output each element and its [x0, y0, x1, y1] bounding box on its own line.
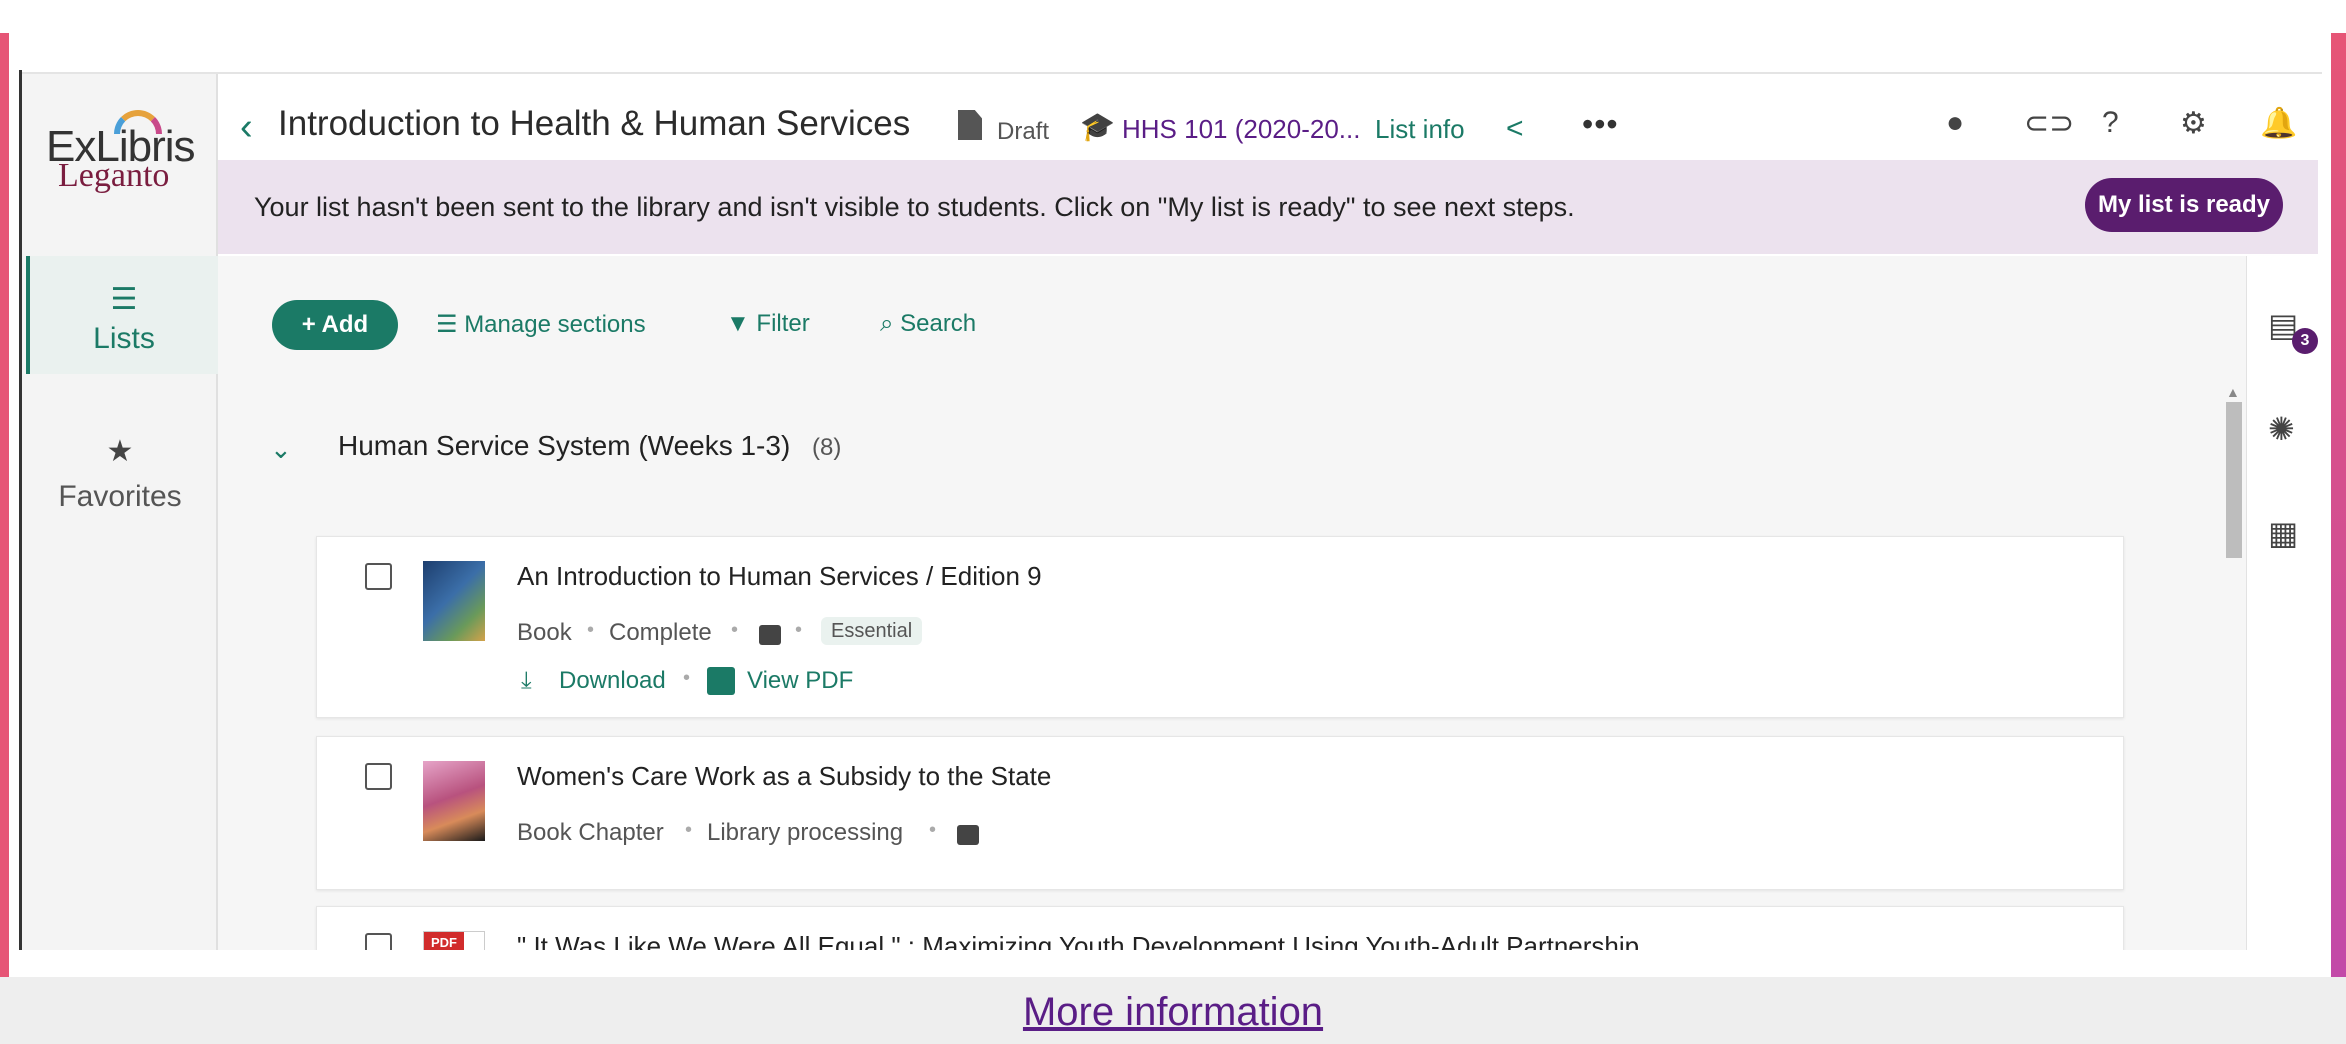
separator-dot: • — [731, 619, 739, 641]
item-status: Library processing — [707, 819, 904, 846]
status-badge: Draft — [997, 118, 1050, 145]
content-bottom-edge — [22, 950, 2322, 977]
frame-left-edge — [0, 33, 9, 977]
sidebar-item-label: Favorites — [58, 480, 182, 513]
item-title[interactable]: Women's Care Work as a Subsidy to the St… — [517, 761, 1051, 792]
list-item[interactable]: Women's Care Work as a Subsidy to the St… — [316, 736, 2124, 890]
book-cover-thumbnail[interactable] — [423, 561, 485, 641]
lightbulb-icon[interactable]: ✺ — [2268, 410, 2295, 448]
gear-icon[interactable]: ⚙ — [2180, 106, 2207, 141]
item-type: Book — [517, 619, 572, 646]
right-rail — [2246, 256, 2318, 950]
sidebar-item-lists[interactable]: ☰ Lists — [26, 256, 218, 374]
view-pdf-link[interactable]: View PDF — [747, 667, 853, 695]
sections-icon: ☰ — [436, 311, 465, 338]
more-options-icon[interactable]: ••• — [1582, 106, 1619, 143]
bell-icon[interactable]: 🔔 — [2260, 106, 2297, 141]
filter-icon: ▼ — [726, 310, 757, 337]
help-icon[interactable]: ? — [2102, 106, 2119, 140]
logo-leganto: Leganto — [58, 157, 170, 194]
document-icon — [958, 110, 982, 140]
pdf-thumb-label: PDF — [424, 932, 464, 952]
more-information-link[interactable]: More information — [0, 990, 2346, 1035]
note-icon[interactable] — [957, 825, 979, 845]
separator-dot: • — [795, 619, 803, 641]
page-title: Introduction to Health & Human Services — [278, 104, 911, 143]
list-info-link[interactable]: List info — [1375, 114, 1465, 145]
header-divider — [22, 72, 2322, 74]
manage-sections-button[interactable]: ☰ Manage sections — [436, 310, 646, 339]
item-status: Complete — [609, 619, 712, 646]
scroll-up-arrow-icon[interactable]: ▲ — [2226, 384, 2240, 400]
item-title[interactable]: An Introduction to Human Services / Edit… — [517, 561, 1042, 592]
download-icon[interactable]: ⤓ — [521, 667, 532, 695]
add-button[interactable]: + Add — [272, 300, 398, 350]
search-button[interactable]: ⌕ Search — [880, 310, 976, 338]
section-count: (8) — [812, 434, 842, 461]
section-title[interactable]: Human Service System (Weeks 1-3) — [338, 430, 790, 462]
frame-right-edge — [2331, 33, 2346, 977]
item-checkbox[interactable] — [365, 563, 392, 590]
book-cover-thumbnail[interactable] — [423, 761, 485, 841]
separator-dot: • — [683, 667, 691, 689]
share-icon[interactable]: < — [1506, 112, 1524, 146]
list-item[interactable]: An Introduction to Human Services / Edit… — [316, 536, 2124, 718]
my-list-is-ready-button[interactable]: My list is ready — [2085, 178, 2283, 232]
item-type: Book Chapter — [517, 819, 664, 846]
calendar-icon[interactable]: ▦ — [2268, 514, 2298, 552]
link-icon[interactable]: ⊂⊃ — [2024, 106, 2074, 141]
banner-message: Your list hasn't been sent to the librar… — [254, 192, 1575, 222]
chevron-down-icon[interactable]: ⌄ — [270, 434, 292, 465]
essential-tag: Essential — [821, 617, 923, 645]
manage-sections-label: Manage sections — [464, 311, 646, 338]
search-icon: ⌕ — [880, 310, 901, 337]
download-link[interactable]: Download — [559, 667, 666, 695]
separator-dot: • — [929, 819, 937, 841]
course-link[interactable]: HHS 101 (2020-20... — [1122, 114, 1360, 145]
separator-dot: • — [685, 819, 693, 841]
person-icon[interactable]: ● — [1946, 106, 1964, 140]
star-icon: ★ — [106, 435, 134, 468]
scrollbar-thumb[interactable] — [2226, 402, 2242, 558]
pdf-icon[interactable] — [707, 667, 735, 695]
item-checkbox[interactable] — [365, 763, 392, 790]
graduation-cap-icon: 🎓 — [1080, 111, 1115, 142]
sidebar-item-label: Lists — [93, 322, 155, 355]
list-icon: ☰ — [110, 283, 138, 316]
search-label: Search — [900, 310, 977, 337]
separator-dot: • — [587, 619, 595, 641]
comment-count-badge: 3 — [2292, 328, 2318, 354]
chevron-left-icon[interactable]: ‹ — [240, 106, 253, 149]
sidebar-item-favorites[interactable]: ★ Favorites — [22, 424, 218, 524]
note-icon[interactable] — [759, 625, 781, 645]
filter-label: Filter — [756, 310, 810, 337]
filter-button[interactable]: ▼ Filter — [726, 310, 810, 338]
